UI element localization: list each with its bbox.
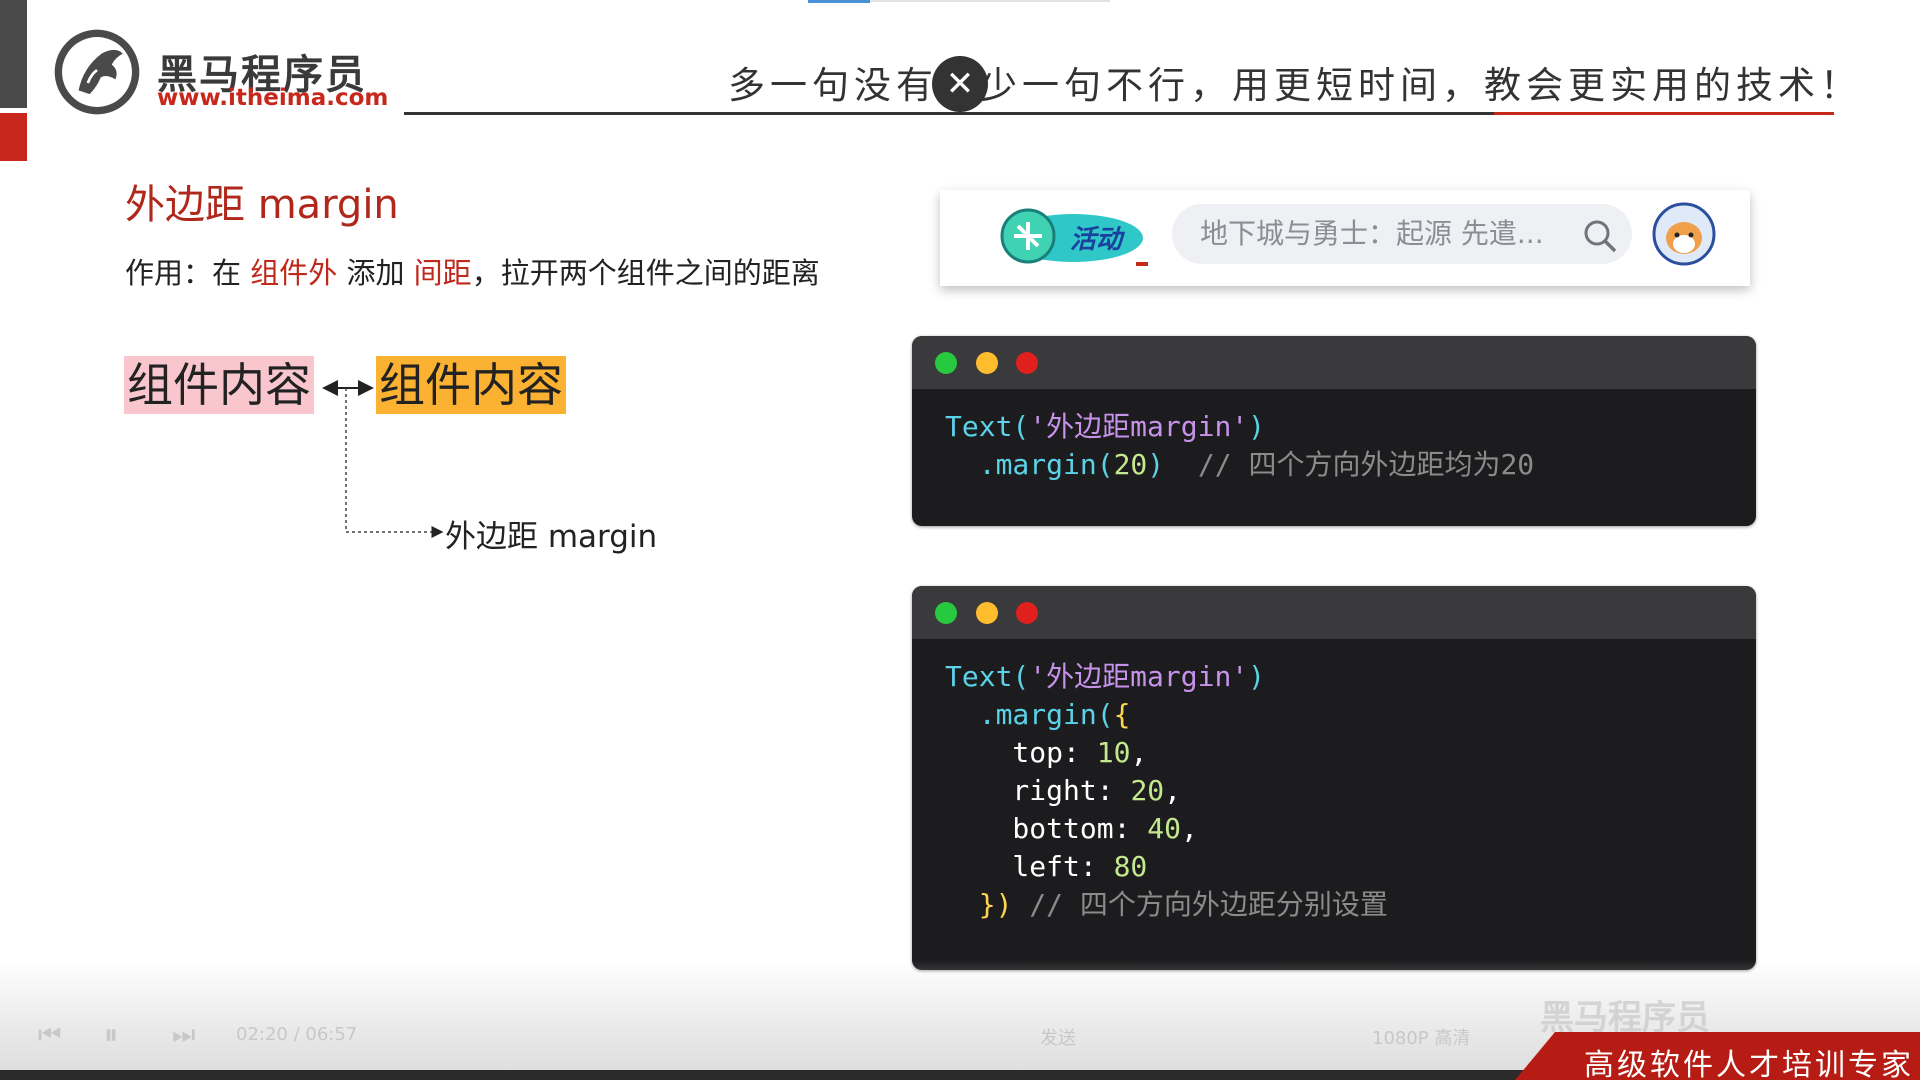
code-line: top: 10,: [945, 736, 1148, 769]
quality-selector[interactable]: 1080P 高清: [1372, 1024, 1470, 1050]
send-button[interactable]: 发送: [1040, 1024, 1076, 1050]
promo-banner-text: 高级软件人才培训专家: [1584, 1048, 1914, 1083]
logo-url: www.itheima.com: [157, 85, 389, 111]
next-icon[interactable]: ⏭: [172, 1020, 195, 1051]
search-strip: 活动 地下城与勇士：起源 先遣...: [940, 190, 1750, 286]
code-line: .margin({: [945, 698, 1131, 731]
margin-label: 外边距 margin: [445, 519, 658, 555]
code-window-titlebar: [912, 586, 1756, 639]
desc-suffix: ，拉开两个组件之间的距离: [471, 256, 820, 290]
code-line: Text('外边距margin'): [945, 660, 1266, 693]
code-line: }) // 四个方向外边距分别设置: [945, 888, 1388, 921]
search-input[interactable]: 地下城与勇士：起源 先遣...: [1172, 204, 1632, 264]
slogan: 多一句没有，少一句不行，用更短时间，教会更实用的技术！: [728, 64, 1862, 107]
activity-badge-icon[interactable]: 活动: [978, 200, 1148, 272]
code-line: left: 80: [945, 850, 1148, 883]
code-line: right: 20,: [945, 774, 1182, 807]
pause-icon[interactable]: ⏸: [104, 1018, 118, 1052]
code-line: Text('外边距margin'): [945, 410, 1266, 443]
code-line: .margin(20) // 四个方向外边距均为20: [945, 448, 1535, 481]
yellow-dot-icon: [976, 352, 998, 374]
search-icon[interactable]: [1580, 216, 1620, 256]
left-edge-bar-red: [0, 113, 27, 161]
top-progress-indicator: [808, 0, 870, 3]
code-window-1: Text('外边距margin') .margin(20) // 四个方向外边距…: [912, 336, 1756, 526]
playback-time: 02:20 / 06:57: [236, 1024, 358, 1045]
code-window-2: Text('外边距margin') .margin({ top: 10, rig…: [912, 586, 1756, 970]
close-button[interactable]: ✕: [932, 56, 988, 112]
code-window-titlebar: [912, 336, 1756, 389]
desc-highlight-outside: 组件外: [250, 256, 338, 290]
prev-icon[interactable]: ⏮: [38, 1020, 61, 1051]
slide-description: 作用：在 组件外 添加 间距，拉开两个组件之间的距离: [125, 250, 820, 292]
top-progress-track: [870, 0, 1110, 2]
left-edge-bar-grey: [0, 0, 27, 108]
green-dot-icon: [935, 602, 957, 624]
desc-mid: 添加: [337, 256, 414, 290]
desc-highlight-spacing: 间距: [413, 256, 472, 290]
green-dot-icon: [935, 352, 957, 374]
red-dot-icon: [1016, 352, 1038, 374]
horse-logo-icon: [54, 29, 140, 115]
red-dot-icon: [1016, 602, 1038, 624]
desc-prefix: 作用：在: [125, 256, 251, 290]
slide-title: 外边距 margin: [125, 182, 399, 228]
user-avatar[interactable]: [1652, 202, 1716, 266]
header-divider-accent: [1494, 112, 1834, 115]
component-box-left: 组件内容: [124, 356, 314, 414]
search-placeholder: 地下城与勇士：起源 先遣...: [1200, 217, 1544, 250]
margin-arrows-diagram: [322, 380, 444, 538]
code-line: bottom: 40,: [945, 812, 1198, 845]
watermark: 黑马程序员: [1540, 998, 1710, 1038]
yellow-dot-icon: [976, 602, 998, 624]
svg-text:活动: 活动: [1070, 225, 1126, 255]
